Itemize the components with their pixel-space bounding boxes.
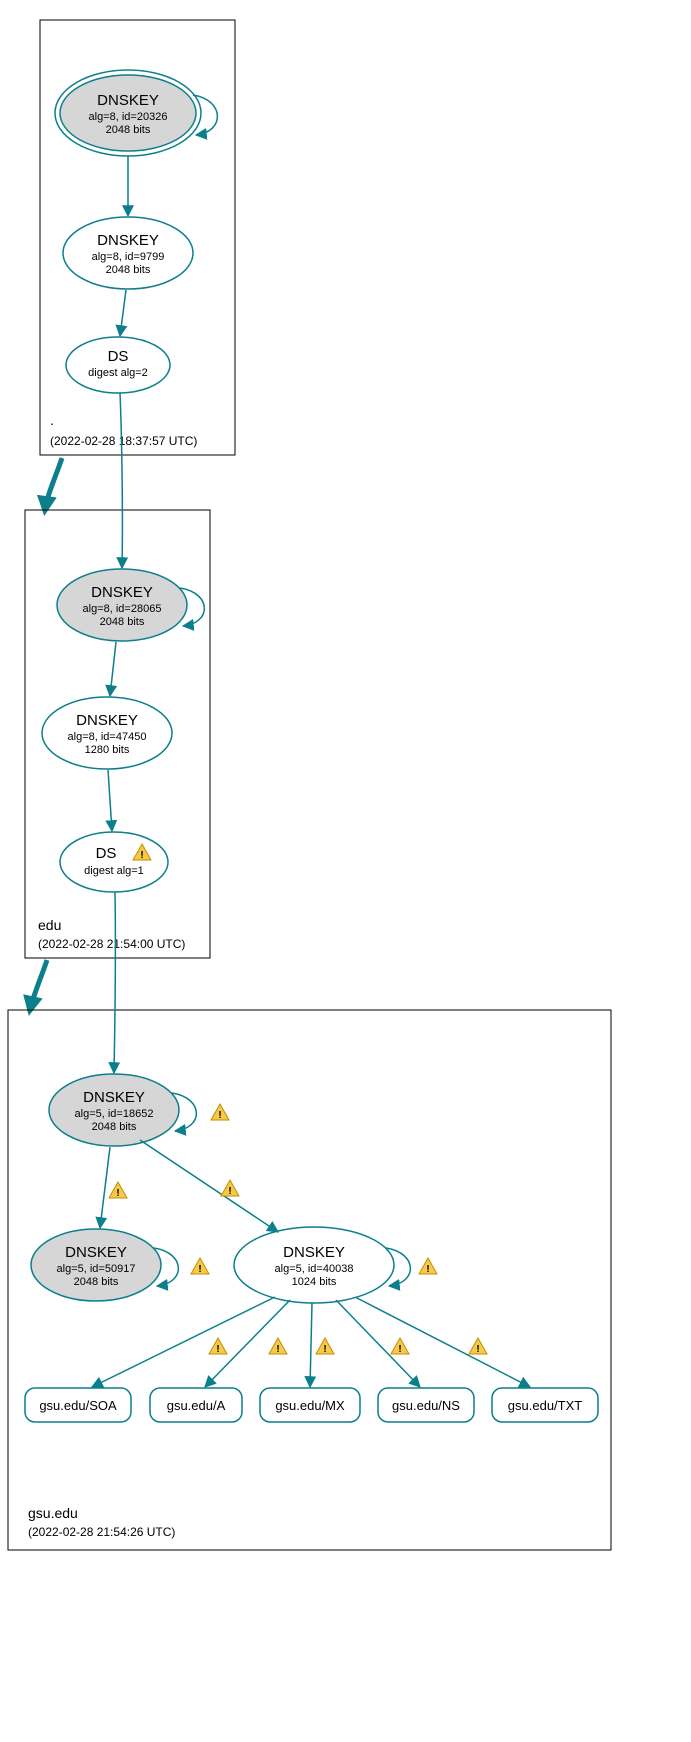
- node-gsu-ksk: DNSKEY alg=5, id=18652 2048 bits: [49, 1074, 179, 1146]
- node-edu-zsk: DNSKEY alg=8, id=47450 1280 bits: [42, 697, 172, 769]
- edge-edu-zsk-to-ds: [108, 770, 112, 831]
- svg-text:2048 bits: 2048 bits: [92, 1121, 137, 1133]
- node-edu-ds: DS digest alg=1: [60, 832, 168, 892]
- svg-text:alg=5, id=18652: alg=5, id=18652: [75, 1108, 154, 1120]
- node-root-ds: DS digest alg=2: [66, 337, 170, 393]
- rrset-ns: gsu.edu/NS: [378, 1388, 474, 1422]
- edge-edu-ksk-to-zsk: [110, 642, 116, 696]
- svg-text:gsu.edu/NS: gsu.edu/NS: [392, 1398, 460, 1413]
- edge-40038-to-ns: [336, 1300, 420, 1387]
- svg-text:2048 bits: 2048 bits: [106, 264, 151, 276]
- svg-text:DS: DS: [96, 845, 117, 862]
- rrset-soa: gsu.edu/SOA: [25, 1388, 131, 1422]
- zone-root-label: .: [50, 412, 54, 428]
- warning-icon: [209, 1338, 227, 1355]
- svg-text:DNSKEY: DNSKEY: [65, 1244, 127, 1261]
- zone-gsu-timestamp: (2022-02-28 21:54:26 UTC): [28, 1525, 175, 1539]
- node-gsu-key-50917: DNSKEY alg=5, id=50917 2048 bits: [31, 1229, 161, 1301]
- zone-root: . (2022-02-28 18:37:57 UTC) DNSKEY alg=8…: [40, 20, 235, 455]
- edge-edu-to-gsu-zone: [30, 960, 47, 1010]
- svg-text:DS: DS: [108, 348, 129, 365]
- edge-40038-to-mx: [310, 1303, 312, 1387]
- edge-40038-to-soa: [92, 1297, 275, 1387]
- node-edu-ksk: DNSKEY alg=8, id=28065 2048 bits: [57, 569, 187, 641]
- svg-text:DNSKEY: DNSKEY: [91, 584, 153, 601]
- warning-icon: [391, 1338, 409, 1355]
- edge-root-to-edu-zone: [45, 458, 62, 510]
- zone-root-timestamp: (2022-02-28 18:37:57 UTC): [50, 434, 197, 448]
- zone-edu-label: edu: [38, 917, 61, 933]
- zone-edu-timestamp: (2022-02-28 21:54:00 UTC): [38, 937, 185, 951]
- zone-gsu-label: gsu.edu: [28, 1505, 78, 1521]
- svg-text:gsu.edu/MX: gsu.edu/MX: [275, 1398, 345, 1413]
- svg-text:alg=5, id=40038: alg=5, id=40038: [275, 1263, 354, 1275]
- edge-40038-to-txt: [355, 1297, 530, 1387]
- svg-text:1024 bits: 1024 bits: [292, 1276, 337, 1288]
- svg-text:digest alg=1: digest alg=1: [84, 865, 144, 877]
- edge-gsu-ksk-to-50917: [100, 1147, 110, 1228]
- warning-icon: [469, 1338, 487, 1355]
- warning-icon: [221, 1180, 239, 1197]
- node-root-zsk: DNSKEY alg=8, id=9799 2048 bits: [63, 217, 193, 289]
- warning-icon: [316, 1338, 334, 1355]
- edge-edu-ds-to-gsu-ksk: [114, 892, 115, 1073]
- svg-text:gsu.edu/A: gsu.edu/A: [167, 1398, 226, 1413]
- svg-text:alg=8, id=47450: alg=8, id=47450: [68, 731, 147, 743]
- svg-text:gsu.edu/TXT: gsu.edu/TXT: [508, 1398, 582, 1413]
- edge-root-ds-to-edu-ksk: [120, 393, 122, 568]
- warning-icon: [109, 1182, 127, 1199]
- rrset-mx: gsu.edu/MX: [260, 1388, 360, 1422]
- warning-icon: [191, 1258, 209, 1275]
- svg-text:DNSKEY: DNSKEY: [97, 232, 159, 249]
- svg-text:alg=8, id=9799: alg=8, id=9799: [92, 251, 165, 263]
- warning-icon: [419, 1258, 437, 1275]
- edge-root-zsk-to-ds: [120, 290, 126, 336]
- svg-text:digest alg=2: digest alg=2: [88, 367, 148, 379]
- zone-gsu: gsu.edu (2022-02-28 21:54:26 UTC) DNSKEY…: [8, 892, 611, 1550]
- warning-icon: [211, 1104, 229, 1121]
- svg-text:alg=5, id=50917: alg=5, id=50917: [57, 1263, 136, 1275]
- rrset-a: gsu.edu/A: [150, 1388, 242, 1422]
- svg-text:2048 bits: 2048 bits: [100, 616, 145, 628]
- svg-text:1280 bits: 1280 bits: [85, 744, 130, 756]
- svg-text:DNSKEY: DNSKEY: [83, 1089, 145, 1106]
- svg-text:2048 bits: 2048 bits: [74, 1276, 119, 1288]
- edge-gsu-ksk-to-40038: [140, 1140, 278, 1232]
- node-gsu-key-40038: DNSKEY alg=5, id=40038 1024 bits: [234, 1227, 394, 1303]
- svg-text:DNSKEY: DNSKEY: [283, 1244, 345, 1261]
- svg-text:2048 bits: 2048 bits: [106, 124, 151, 136]
- svg-text:DNSKEY: DNSKEY: [76, 712, 138, 729]
- svg-text:alg=8, id=28065: alg=8, id=28065: [83, 603, 162, 615]
- dnssec-graph: ! . (2022-02-28 18:37:57 UTC) DNSKEY alg…: [0, 0, 691, 1742]
- node-root-ksk: DNSKEY alg=8, id=20326 2048 bits: [55, 70, 201, 156]
- svg-text:alg=8, id=20326: alg=8, id=20326: [89, 111, 168, 123]
- svg-text:gsu.edu/SOA: gsu.edu/SOA: [39, 1398, 117, 1413]
- warning-icon: [269, 1338, 287, 1355]
- rrset-txt: gsu.edu/TXT: [492, 1388, 598, 1422]
- svg-text:DNSKEY: DNSKEY: [97, 92, 159, 109]
